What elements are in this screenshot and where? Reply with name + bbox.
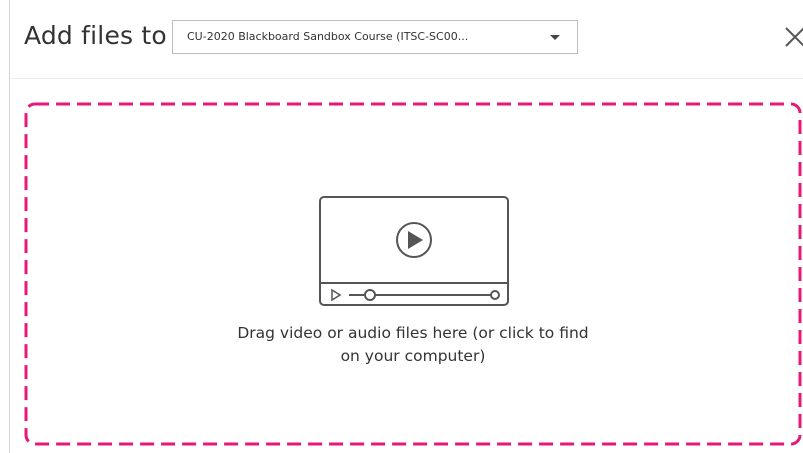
dialog-title: Add files to [24, 21, 167, 50]
close-icon [785, 27, 803, 47]
drop-instructions-line2: on your computer) [340, 347, 486, 365]
dialog-header: Add files to CU-2020 Blackboard Sandbox … [10, 0, 803, 79]
folder-select-value: CU-2020 Blackboard Sandbox Course (ITSC-… [187, 30, 469, 43]
caret-down-icon [550, 35, 560, 40]
folder-select-dropdown[interactable]: CU-2020 Blackboard Sandbox Course (ITSC-… [172, 20, 578, 54]
add-files-dialog: Add files to CU-2020 Blackboard Sandbox … [0, 0, 803, 453]
drop-instructions: Drag video or audio files here (or click… [24, 322, 802, 368]
file-drop-zone[interactable]: Drag video or audio files here (or click… [24, 102, 802, 446]
header-divider [10, 78, 803, 79]
drop-instructions-line1: Drag video or audio files here (or click… [237, 324, 589, 342]
close-button[interactable] [780, 22, 803, 52]
video-player-icon [319, 196, 509, 306]
